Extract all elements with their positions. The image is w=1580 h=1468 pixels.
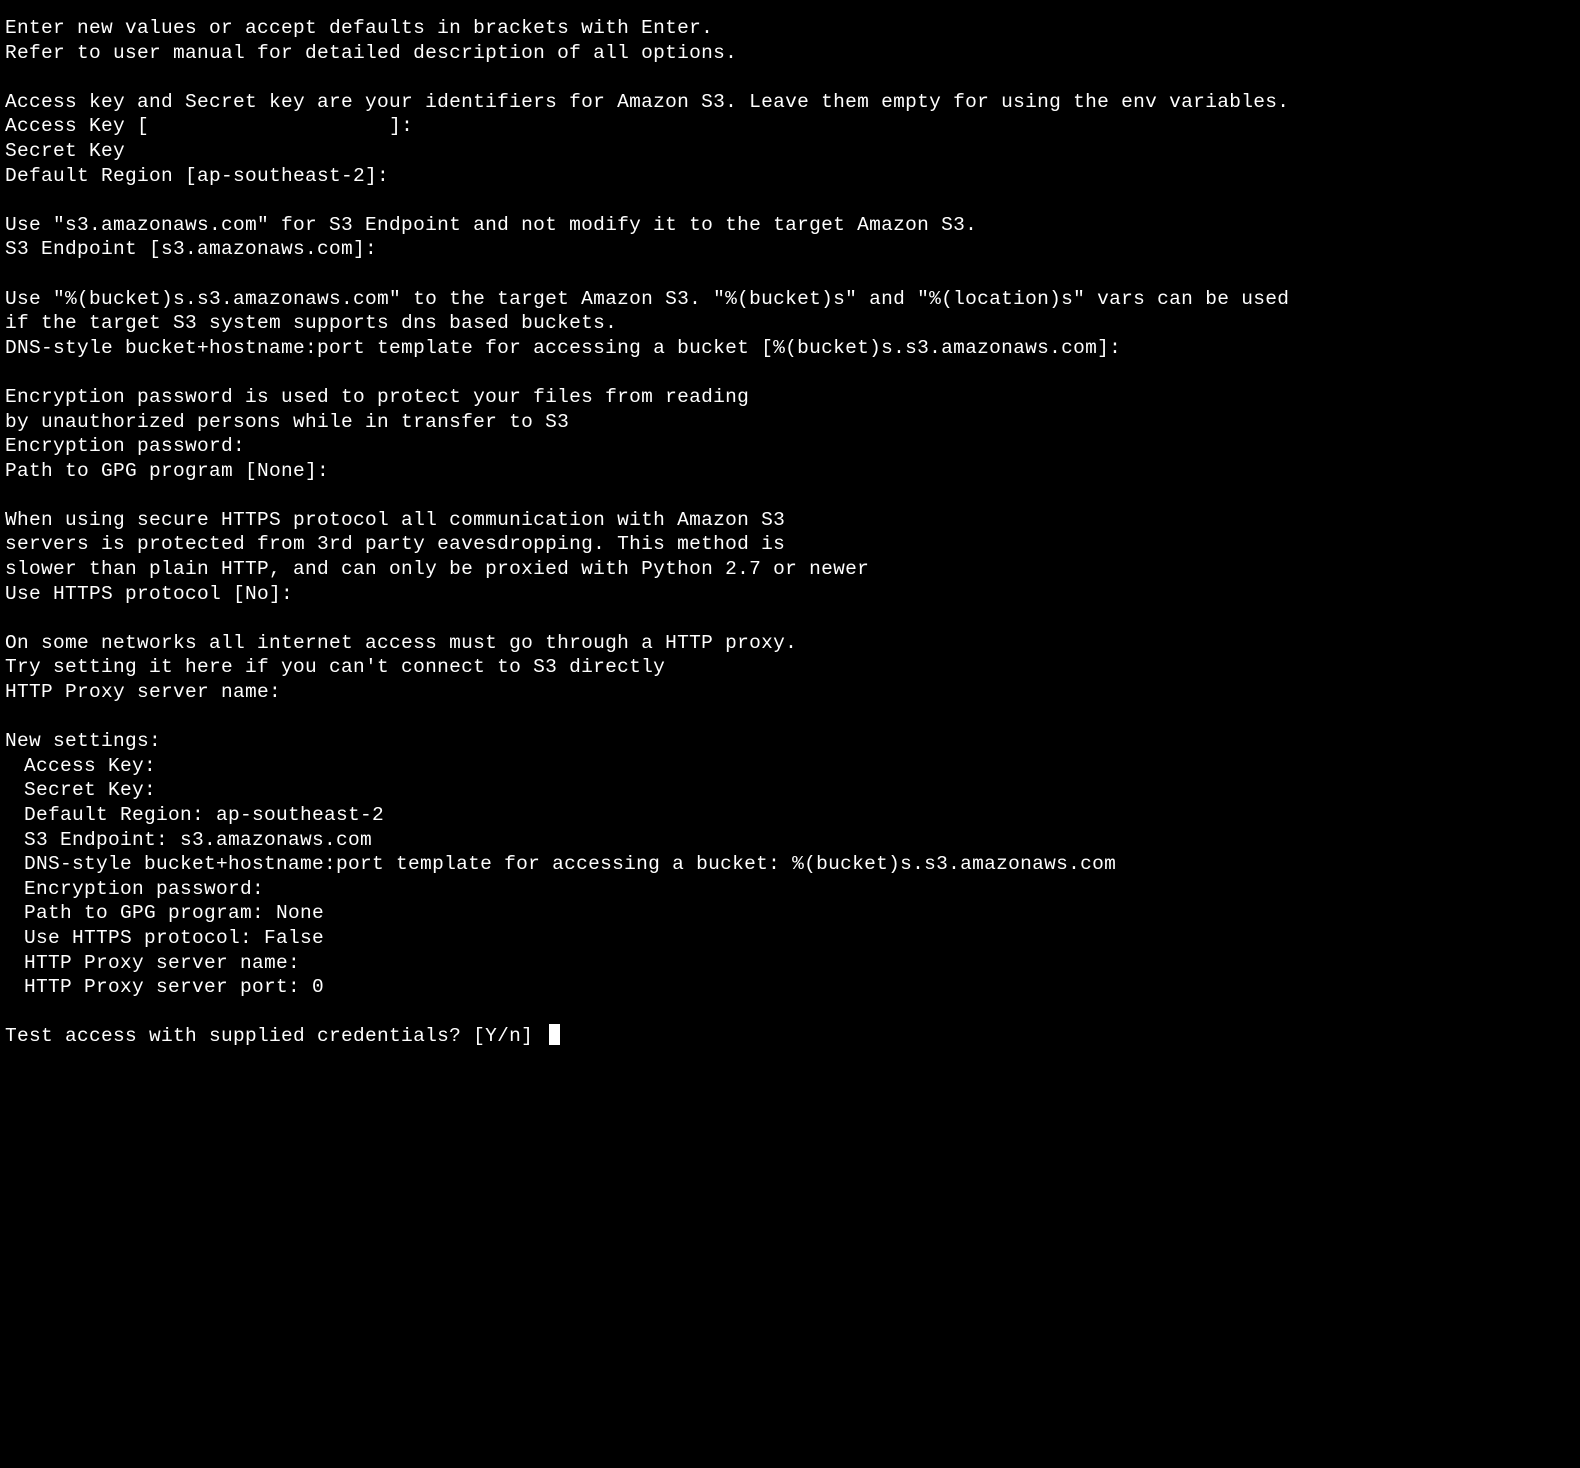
encryption-desc-1: Encryption password is used to protect y…: [5, 385, 1575, 410]
summary-secret-key: Secret Key:: [5, 778, 1575, 803]
https-desc-1: When using secure HTTPS protocol all com…: [5, 508, 1575, 533]
dns-template-prompt[interactable]: DNS-style bucket+hostname:port template …: [5, 336, 1575, 361]
access-desc: Access key and Secret key are your ident…: [5, 90, 1575, 115]
blank: [5, 705, 1575, 730]
proxy-desc-1: On some networks all internet access mus…: [5, 631, 1575, 656]
test-access-text: Test access with supplied credentials? […: [5, 1025, 545, 1047]
secret-key-prompt[interactable]: Secret Key: [5, 139, 1575, 164]
test-access-prompt[interactable]: Test access with supplied credentials? […: [5, 1024, 1575, 1049]
summary-gpg: Path to GPG program: None: [5, 901, 1575, 926]
proxy-name-prompt[interactable]: HTTP Proxy server name:: [5, 680, 1575, 705]
gpg-path-prompt[interactable]: Path to GPG program [None]:: [5, 459, 1575, 484]
blank: [5, 606, 1575, 631]
summary-https: Use HTTPS protocol: False: [5, 926, 1575, 951]
endpoint-desc: Use "s3.amazonaws.com" for S3 Endpoint a…: [5, 213, 1575, 238]
summary-proxy-name: HTTP Proxy server name:: [5, 951, 1575, 976]
summary-endpoint: S3 Endpoint: s3.amazonaws.com: [5, 828, 1575, 853]
summary-dns: DNS-style bucket+hostname:port template …: [5, 852, 1575, 877]
cursor-icon: [549, 1024, 560, 1045]
summary-access-key: Access Key:: [5, 754, 1575, 779]
intro-line-1: Enter new values or accept defaults in b…: [5, 16, 1575, 41]
blank: [5, 1000, 1575, 1025]
encryption-password-prompt[interactable]: Encryption password:: [5, 434, 1575, 459]
summary-region: Default Region: ap-southeast-2: [5, 803, 1575, 828]
blank: [5, 483, 1575, 508]
default-region-prompt[interactable]: Default Region [ap-southeast-2]:: [5, 164, 1575, 189]
blank: [5, 262, 1575, 287]
summary-header: New settings:: [5, 729, 1575, 754]
access-key-label: Access Key [: [5, 115, 149, 137]
blank: [5, 360, 1575, 385]
terminal-output[interactable]: Enter new values or accept defaults in b…: [5, 16, 1575, 1049]
access-key-prompt[interactable]: Access Key [ ]:: [5, 114, 1575, 139]
access-key-close: ]:: [389, 115, 413, 137]
dns-desc-1: Use "%(bucket)s.s3.amazonaws.com" to the…: [5, 287, 1575, 312]
https-desc-3: slower than plain HTTP, and can only be …: [5, 557, 1575, 582]
https-desc-2: servers is protected from 3rd party eave…: [5, 532, 1575, 557]
blank: [5, 65, 1575, 90]
access-key-mask: [149, 115, 389, 137]
intro-line-2: Refer to user manual for detailed descri…: [5, 41, 1575, 66]
encryption-desc-2: by unauthorized persons while in transfe…: [5, 410, 1575, 435]
https-prompt[interactable]: Use HTTPS protocol [No]:: [5, 582, 1575, 607]
blank: [5, 188, 1575, 213]
s3-endpoint-prompt[interactable]: S3 Endpoint [s3.amazonaws.com]:: [5, 237, 1575, 262]
summary-encryption: Encryption password:: [5, 877, 1575, 902]
proxy-desc-2: Try setting it here if you can't connect…: [5, 655, 1575, 680]
dns-desc-2: if the target S3 system supports dns bas…: [5, 311, 1575, 336]
summary-proxy-port: HTTP Proxy server port: 0: [5, 975, 1575, 1000]
